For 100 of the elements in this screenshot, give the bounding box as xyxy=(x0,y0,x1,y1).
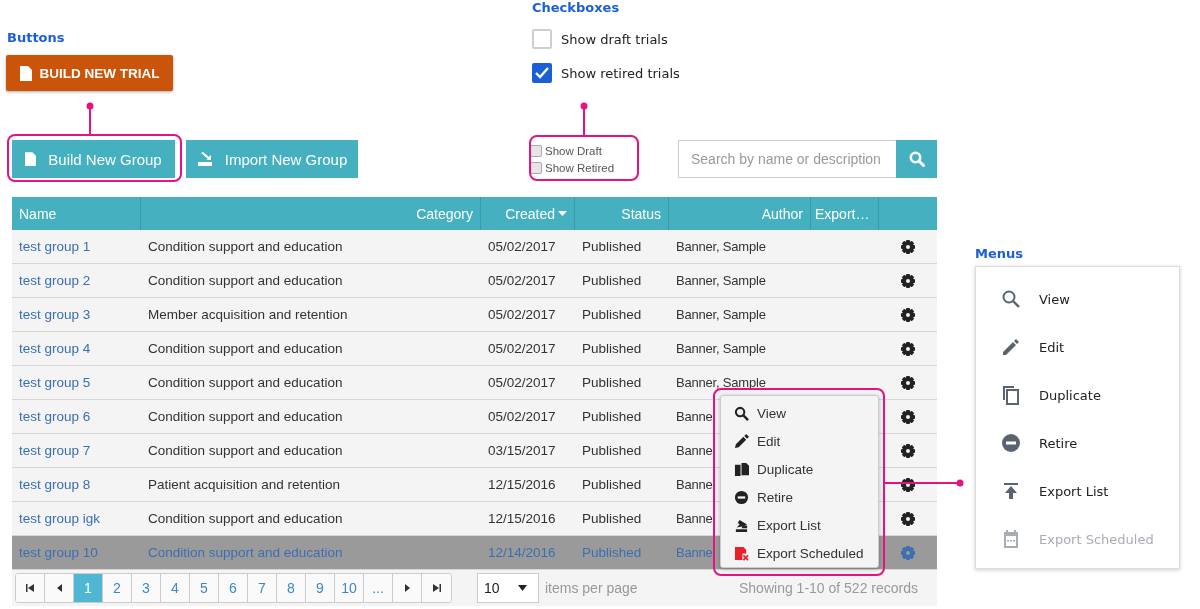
callout-line xyxy=(86,102,94,135)
page-button[interactable]: 7 xyxy=(248,574,277,602)
gear-icon[interactable] xyxy=(901,341,915,356)
menu-item[interactable]: Export Scheduled xyxy=(721,539,878,567)
group-link[interactable]: test group 5 xyxy=(19,375,91,390)
page-button[interactable]: 10 xyxy=(335,574,364,602)
table-cell: Patient acquisition and retention xyxy=(148,477,341,492)
gear-icon[interactable] xyxy=(901,511,915,526)
table-cell: Published xyxy=(582,375,642,390)
table-cell: Published xyxy=(582,307,642,322)
pencil-icon xyxy=(1001,337,1021,357)
search-icon xyxy=(908,151,925,167)
next-page-button[interactable] xyxy=(393,574,422,602)
copy-icon xyxy=(734,461,749,477)
page-button[interactable]: 8 xyxy=(277,574,306,602)
menu-item[interactable]: View xyxy=(721,399,878,427)
table-cell: 05/02/2017 xyxy=(488,273,556,288)
table-cell: Banne xyxy=(676,443,713,458)
page-button[interactable]: 5 xyxy=(190,574,219,602)
table-cell: Published xyxy=(582,273,642,288)
table-cell: 12/15/2016 xyxy=(488,511,556,526)
import-icon xyxy=(196,152,213,166)
column-header[interactable]: Category xyxy=(416,205,473,222)
first-page-button[interactable] xyxy=(16,574,45,602)
minus-circle-icon xyxy=(1001,433,1021,453)
table-cell: 05/02/2017 xyxy=(488,307,556,322)
export-icon xyxy=(734,517,749,533)
column-header[interactable]: Name xyxy=(19,205,57,222)
page-button[interactable]: ... xyxy=(364,574,393,602)
group-link[interactable]: test group 4 xyxy=(19,341,91,356)
menu-item[interactable]: Retire xyxy=(976,419,1179,467)
table-cell: Condition support and education xyxy=(148,239,343,254)
menu-item[interactable]: Export List xyxy=(721,511,878,539)
page-button[interactable]: 2 xyxy=(103,574,132,602)
table-cell: Condition support and education xyxy=(148,409,343,424)
gear-icon[interactable] xyxy=(901,375,915,390)
group-link[interactable]: test group 2 xyxy=(19,273,91,288)
table-row[interactable]: test group 4 Condition support and education 05/02/2017 Published Banner, Sample xyxy=(12,332,937,366)
group-link[interactable]: test group 3 xyxy=(19,307,91,322)
import-group-button[interactable]: Import New Group xyxy=(186,140,358,178)
table-cell: Banne xyxy=(676,545,713,560)
gear-icon[interactable] xyxy=(901,307,915,322)
gear-icon[interactable] xyxy=(901,239,915,254)
table-cell: 05/02/2017 xyxy=(488,375,556,390)
file-remove-icon xyxy=(734,545,749,561)
table-cell: Published xyxy=(582,545,642,560)
table-cell: Published xyxy=(582,409,642,424)
table-cell: Banner, Sample xyxy=(676,375,766,390)
group-link[interactable]: test group 1 xyxy=(19,239,91,254)
menu-item[interactable]: Export List xyxy=(976,467,1179,515)
records-summary: Showing 1-10 of 522 records xyxy=(739,580,918,596)
gear-icon[interactable] xyxy=(901,477,915,492)
checkbox-label: Show Retired xyxy=(545,161,615,174)
callout-line xyxy=(580,102,588,136)
group-link[interactable]: test group igk xyxy=(19,511,101,526)
document-icon xyxy=(19,65,32,81)
page-button[interactable]: 4 xyxy=(161,574,190,602)
last-page-button[interactable] xyxy=(422,574,451,602)
page-button[interactable]: 6 xyxy=(219,574,248,602)
table-row[interactable]: test group 1 Condition support and education 05/02/2017 Published Banner, Sample xyxy=(12,230,937,264)
build-group-button[interactable]: Build New Group xyxy=(12,140,175,178)
menu-item[interactable]: Duplicate xyxy=(976,371,1179,419)
copy-icon xyxy=(1001,385,1021,405)
table-row[interactable]: test group 2 Condition support and education 05/02/2017 Published Banner, Sample xyxy=(12,264,937,298)
gear-icon[interactable] xyxy=(901,443,915,458)
menu-item[interactable]: Edit xyxy=(976,323,1179,371)
table-row[interactable]: test group 3 Member acquisition and retention 05/02/2017 Published Banner, Sample xyxy=(12,298,937,332)
menu-item[interactable]: View xyxy=(976,275,1179,323)
column-header[interactable]: Export… xyxy=(815,205,870,222)
page-size-select[interactable]: 10 xyxy=(477,573,539,603)
table-cell: Banne xyxy=(676,477,713,492)
column-header[interactable]: Author xyxy=(761,205,803,222)
page-button[interactable]: 9 xyxy=(306,574,335,602)
minus-circle-icon xyxy=(734,489,749,505)
group-link[interactable]: test group 6 xyxy=(19,409,91,424)
gear-icon[interactable] xyxy=(901,273,915,288)
checkbox-label: Show Draft xyxy=(545,144,602,157)
last-page-icon xyxy=(432,584,441,592)
page-button[interactable]: 3 xyxy=(132,574,161,602)
table-cell: Published xyxy=(582,239,642,254)
table-cell: Banner, Sample xyxy=(676,341,766,356)
group-link[interactable]: test group 7 xyxy=(19,443,91,458)
previous-page-button[interactable] xyxy=(45,574,74,602)
search-field[interactable]: Search by name or description xyxy=(678,140,896,178)
gear-icon[interactable] xyxy=(901,409,915,424)
column-header[interactable]: Status xyxy=(621,205,661,222)
build-trial-button[interactable]: BUILD NEW TRIAL xyxy=(6,55,173,91)
table-cell: Banner, Sample xyxy=(676,239,766,254)
section-heading: Menus xyxy=(975,246,1024,261)
table-cell: 05/02/2017 xyxy=(488,239,556,254)
table-cell: 03/15/2017 xyxy=(488,443,556,458)
checkbox-label: Show draft trials xyxy=(561,31,668,47)
checkbox[interactable] xyxy=(532,63,552,83)
table-cell: Published xyxy=(582,511,642,526)
column-header[interactable]: Created xyxy=(505,205,567,222)
table-cell: 12/14/2016 xyxy=(488,545,556,560)
table-cell: Condition support and education xyxy=(148,443,343,458)
table-cell: Banne xyxy=(676,409,713,424)
group-link[interactable]: test group 8 xyxy=(19,477,91,492)
table-cell: Banne xyxy=(676,511,713,526)
